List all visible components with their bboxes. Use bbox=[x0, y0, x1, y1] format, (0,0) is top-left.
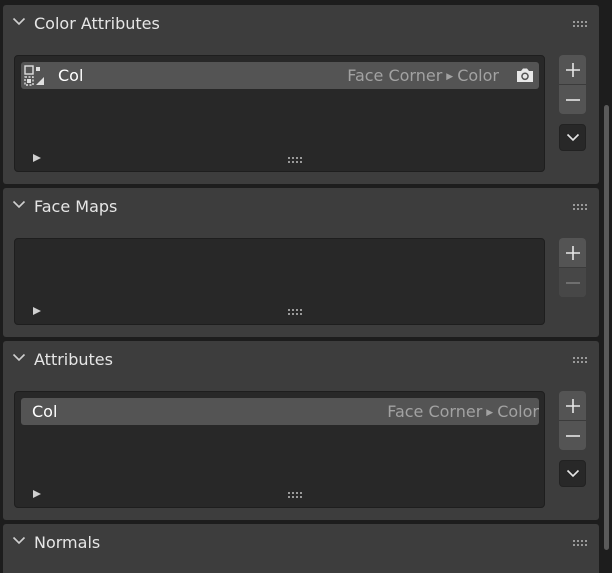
attributes-add-remove bbox=[559, 391, 586, 450]
item-domain-type: Face Corner ▶ Color bbox=[347, 62, 499, 91]
panel-title: Color Attributes bbox=[34, 14, 160, 33]
chevron-down-icon bbox=[566, 469, 579, 478]
remove-button[interactable] bbox=[559, 421, 586, 450]
item-type: Color bbox=[497, 402, 539, 421]
normals-header[interactable]: Normals bbox=[3, 524, 599, 560]
chevron-down-icon[interactable] bbox=[12, 353, 26, 362]
vertical-scrollbar[interactable] bbox=[604, 105, 609, 550]
add-button[interactable] bbox=[559, 238, 586, 267]
drag-grip-icon[interactable] bbox=[288, 492, 304, 498]
panel-title: Attributes bbox=[34, 350, 113, 369]
color-attributes-panel: Color Attributes Col Face Corner ▶ Color bbox=[3, 5, 599, 184]
drag-grip-icon[interactable] bbox=[573, 357, 587, 365]
camera-icon[interactable] bbox=[515, 67, 535, 83]
panel-title: Normals bbox=[34, 533, 101, 552]
remove-button[interactable] bbox=[559, 268, 586, 297]
drag-grip-icon[interactable] bbox=[573, 204, 587, 212]
item-domain: Face Corner bbox=[347, 66, 443, 85]
specials-menu-button[interactable] bbox=[559, 124, 586, 151]
triangle-right-icon[interactable] bbox=[33, 490, 41, 498]
normals-panel: Normals bbox=[3, 524, 599, 573]
add-button[interactable] bbox=[559, 55, 586, 84]
color-attributes-header[interactable]: Color Attributes bbox=[3, 5, 599, 41]
drag-grip-icon[interactable] bbox=[573, 540, 587, 548]
color-attributes-add-remove bbox=[559, 55, 586, 114]
face-maps-header[interactable]: Face Maps bbox=[3, 188, 599, 224]
attributes-list[interactable]: Col Face Corner ▶ Color bbox=[14, 391, 545, 508]
item-name: Col bbox=[58, 66, 84, 85]
minus-icon bbox=[565, 98, 580, 101]
item-domain-type: Face Corner ▶ Color bbox=[387, 398, 539, 427]
attributes-header[interactable]: Attributes bbox=[3, 341, 599, 377]
add-button[interactable] bbox=[559, 391, 586, 420]
chevron-down-icon[interactable] bbox=[12, 200, 26, 209]
plus-icon bbox=[565, 245, 580, 260]
minus-icon bbox=[565, 434, 580, 437]
remove-button[interactable] bbox=[559, 85, 586, 114]
plus-icon bbox=[565, 62, 580, 77]
chevron-down-icon[interactable] bbox=[12, 17, 26, 26]
item-type: Color bbox=[457, 66, 499, 85]
panel-title: Face Maps bbox=[34, 197, 118, 216]
plus-icon bbox=[565, 398, 580, 413]
triangle-right-icon[interactable] bbox=[33, 307, 41, 315]
chevron-down-icon[interactable] bbox=[12, 536, 26, 545]
color-attributes-list[interactable]: Col Face Corner ▶ Color bbox=[14, 55, 545, 172]
item-name: Col bbox=[32, 402, 58, 421]
face-maps-list[interactable] bbox=[14, 238, 545, 325]
list-item[interactable]: Col Face Corner ▶ Color bbox=[21, 62, 539, 89]
list-item[interactable]: Col Face Corner ▶ Color bbox=[21, 398, 539, 425]
triangle-right-icon[interactable] bbox=[33, 154, 41, 162]
item-domain: Face Corner bbox=[387, 402, 483, 421]
minus-icon bbox=[565, 281, 580, 284]
face-maps-add-remove bbox=[559, 238, 586, 297]
face-maps-panel: Face Maps bbox=[3, 188, 599, 337]
attributes-panel: Attributes Col Face Corner ▶ Color bbox=[3, 341, 599, 520]
chevron-down-icon bbox=[566, 133, 579, 142]
specials-menu-button[interactable] bbox=[559, 460, 586, 487]
triangle-right-icon: ▶ bbox=[446, 72, 454, 82]
triangle-right-icon: ▶ bbox=[486, 408, 494, 418]
color-attribute-icon bbox=[24, 65, 44, 86]
drag-grip-icon[interactable] bbox=[288, 157, 304, 163]
drag-grip-icon[interactable] bbox=[573, 21, 587, 29]
drag-grip-icon[interactable] bbox=[288, 309, 304, 315]
